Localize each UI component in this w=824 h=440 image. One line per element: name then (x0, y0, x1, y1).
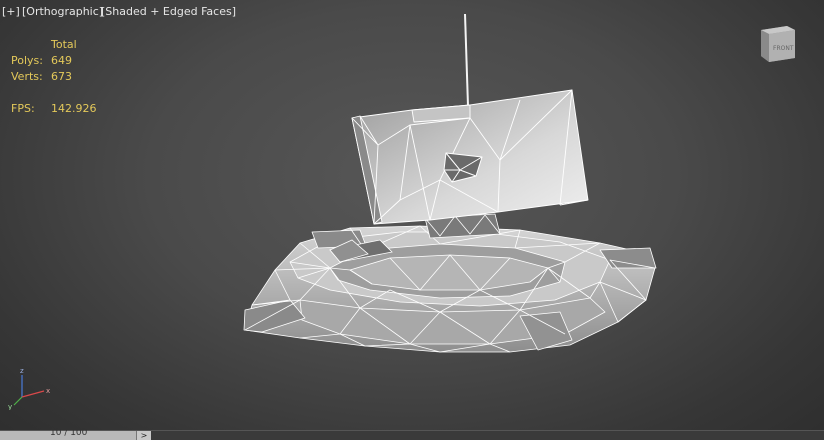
stats-header: Total (51, 38, 77, 51)
viewcube-front-label[interactable]: FRONT (773, 45, 794, 52)
shading-mode-button[interactable]: [Shaded + Edged Faces] (101, 5, 236, 18)
viewport-menu-button[interactable]: [+] (2, 5, 20, 18)
viewport-orthographic[interactable]: [+] [Orthographic] [Shaded + Edged Faces… (0, 0, 824, 430)
verts-label: Verts: (11, 70, 43, 83)
view-type-button[interactable]: [Orthographic] (22, 5, 103, 18)
scene-mesh[interactable] (0, 0, 824, 430)
antenna (464, 13, 469, 107)
panel-sail (351, 89, 589, 225)
viewcube[interactable]: FRONT (757, 20, 799, 64)
fps-label: FPS: (11, 102, 35, 115)
axis-x-label: x (46, 387, 50, 395)
polys-label: Polys: (11, 54, 43, 67)
fps-value: 142.926 (51, 102, 97, 115)
base-platform (243, 225, 657, 353)
axis-z-label: z (20, 367, 24, 375)
axis-tripod: z x y (8, 367, 50, 410)
polys-value: 649 (51, 54, 72, 67)
axis-y-label: y (8, 403, 12, 410)
viewport-statistics: Total Polys: 649 Verts: 673 FPS: 142.926 (11, 37, 97, 117)
frame-counter: 10 / 100 (50, 428, 88, 438)
verts-value: 673 (51, 70, 72, 83)
